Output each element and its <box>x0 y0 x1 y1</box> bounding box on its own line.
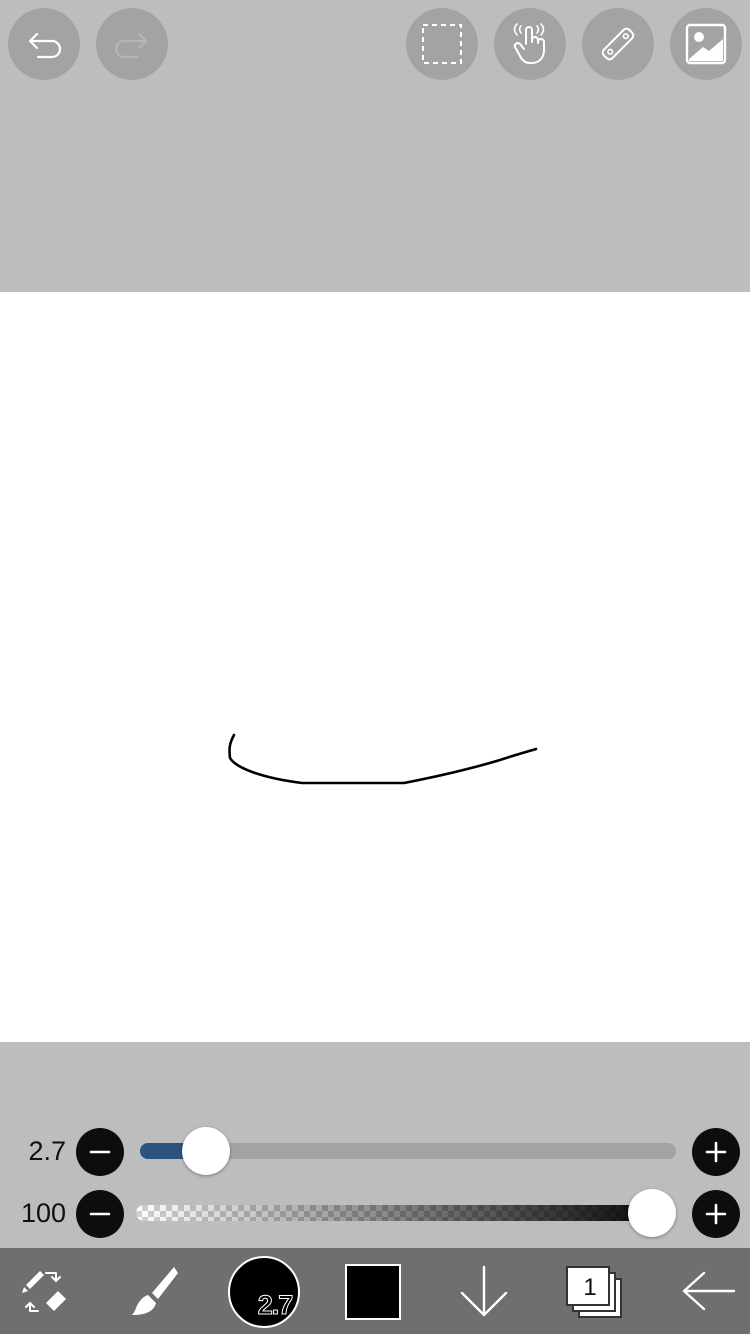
paintbrush-icon <box>132 1267 178 1315</box>
ruler-tool-button[interactable] <box>582 8 654 80</box>
minus-icon <box>89 1212 111 1216</box>
selection-tool-button[interactable] <box>406 8 478 80</box>
minus-icon <box>89 1150 111 1154</box>
brush-size-slider-row: 2.7 <box>0 1126 750 1176</box>
brush-size-increase-button[interactable] <box>692 1128 740 1176</box>
opacity-gradient <box>136 1205 676 1221</box>
redo-button[interactable] <box>96 8 168 80</box>
opacity-value: 100 <box>20 1198 66 1228</box>
opacity-decrease-button[interactable] <box>76 1190 124 1238</box>
redo-arrow-icon <box>114 32 148 59</box>
layer-sheet-front: 1 <box>566 1266 610 1306</box>
layers-button[interactable]: 1 <box>566 1266 626 1322</box>
hand-tool-button[interactable] <box>494 8 566 80</box>
back-arrow-icon <box>682 1271 736 1311</box>
tool-switch-button[interactable] <box>8 1248 80 1334</box>
plus-icon <box>705 1203 727 1225</box>
image-import-button[interactable] <box>670 8 742 80</box>
brush-size-slider-thumb[interactable] <box>182 1127 231 1175</box>
opacity-slider-row: 100 <box>0 1188 750 1238</box>
dashed-selection-icon <box>422 24 462 64</box>
pen-stroke <box>228 733 538 785</box>
back-button[interactable] <box>670 1248 746 1334</box>
brush-size-value: 2.7 <box>28 1136 66 1166</box>
brush-size-preview-label: 2.7 <box>257 1290 294 1321</box>
brush-eraser-swap-icon <box>22 1271 66 1312</box>
plus-icon <box>705 1141 727 1163</box>
opacity-increase-button[interactable] <box>692 1190 740 1238</box>
opacity-slider-thumb[interactable] <box>628 1189 676 1237</box>
brush-size-decrease-button[interactable] <box>76 1128 124 1176</box>
image-import-icon <box>685 23 727 65</box>
bottom-toolbar: 2.7 1 <box>0 1248 750 1334</box>
layers-count: 1 <box>583 1274 597 1301</box>
undo-arrow-icon <box>28 32 62 59</box>
opacity-track[interactable] <box>136 1205 676 1221</box>
touch-hand-icon <box>513 23 545 64</box>
down-arrow-icon <box>460 1265 508 1317</box>
ruler-icon <box>601 27 635 61</box>
color-picker-swatch[interactable] <box>345 1264 401 1320</box>
undo-button[interactable] <box>8 8 80 80</box>
drawing-canvas[interactable] <box>0 292 750 1042</box>
drawing-app-screen: 2.7 100 2.7 1 <box>0 0 750 1334</box>
brush-tool-button[interactable] <box>118 1248 190 1334</box>
download-button[interactable] <box>446 1248 522 1334</box>
